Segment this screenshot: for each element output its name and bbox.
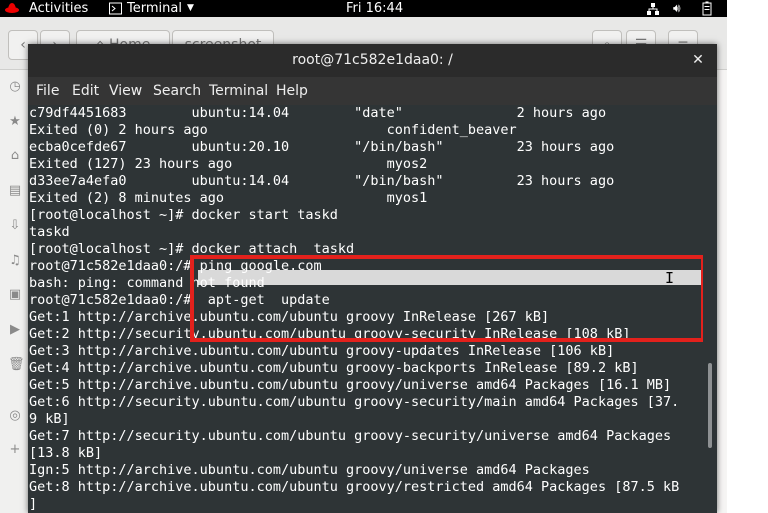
downloads-icon[interactable]: ⇩ [8,219,22,233]
music-icon[interactable]: ♫ [8,254,22,268]
app-menu-button[interactable]: Terminal [127,0,182,17]
recent-icon[interactable]: ◷ [8,80,22,94]
close-button[interactable]: ✕ [689,44,707,77]
terminal-line: Ign:5 http://archive.ubuntu.com/ubuntu g… [29,462,590,478]
menu-view[interactable]: View [109,77,142,105]
clock[interactable]: Fri 16:44 [346,0,403,17]
close-icon: ✕ [692,52,704,68]
annotation-box [190,255,703,342]
terminal-window: root@71c582e1daa0: / ✕ File Edit View Se… [28,44,717,513]
trash-icon[interactable]: 🗑︎ [8,358,25,372]
chevron-down-icon[interactable]: ▼ [187,0,194,17]
add-location-icon[interactable]: + [8,443,22,457]
menu-edit[interactable]: Edit [72,77,99,105]
menu-terminal[interactable]: Terminal [209,77,268,105]
terminal-line: Get:4 http://archive.ubuntu.com/ubuntu g… [29,360,639,376]
volume-icon[interactable]: 🔊︎ [673,0,681,17]
network-icon[interactable] [646,0,660,17]
terminal-line: Get:7 http://security.ubuntu.com/ubuntu … [29,428,672,444]
menu-search[interactable]: Search [153,77,201,105]
documents-icon[interactable]: ▤ [8,184,22,198]
file-manager-sidebar: ◷ ★ ⌂ ▤ ⇩ ♫ ▣ ▶ 🗑︎ ◎ + [0,70,29,513]
terminal-menubar: File Edit View Search Terminal Help [28,77,717,105]
terminal-line: [13.8 kB] [29,445,103,461]
terminal-line: Get:3 http://archive.ubuntu.com/ubuntu g… [29,343,615,359]
terminal-line: Get:6 http://security.ubuntu.com/ubuntu … [29,394,680,410]
terminal-titlebar[interactable]: root@71c582e1daa0: / ✕ [28,44,717,77]
terminal-line: taskd [29,224,70,240]
terminal-line: ] [29,496,38,512]
terminal-line: Exited (127) 23 hours ago myos2 [29,156,428,172]
terminal-line: Exited (2) 8 minutes ago myos1 [29,190,428,206]
home-folder-icon[interactable]: ⌂ [8,149,22,163]
window-title: root@71c582e1daa0: / [292,52,453,68]
terminal-line: Get:5 http://archive.ubuntu.com/ubuntu g… [29,377,672,393]
terminal-output[interactable]: c79df4451683 ubuntu:14.04 "date" 2 hours… [28,105,703,513]
terminal-line: [root@localhost ~]# docker start taskd [29,207,338,223]
redhat-logo-icon[interactable] [4,0,20,17]
starred-icon[interactable]: ★ [8,115,22,129]
scrollbar-thumb[interactable] [708,363,712,448]
terminal-line: d33ee7a4efa0 ubuntu:14.04 "/bin/bash" 23… [29,173,615,189]
desktop-edge [727,0,768,513]
activities-button[interactable]: Activities [29,0,88,17]
top-bar: Activities Terminal ▼ Fri 16:44 🔊︎ [0,0,727,17]
other-locations-icon[interactable]: ◎ [8,409,22,423]
terminal-app-icon[interactable] [109,0,123,17]
videos-icon[interactable]: ▶ [8,323,22,337]
text-cursor-icon: I [665,269,675,287]
terminal-line: 9 kB] [29,411,70,427]
terminal-line: Exited (0) 2 hours ago confident_beaver [29,122,517,138]
terminal-line: ecba0cefde67 ubuntu:20.10 "/bin/bash" 23… [29,139,615,155]
terminal-scrollbar[interactable] [703,105,717,513]
pictures-icon[interactable]: ▣ [8,288,22,302]
menu-file[interactable]: File [36,77,59,105]
menu-help[interactable]: Help [276,77,308,105]
battery-icon[interactable] [702,0,712,17]
terminal-line: c79df4451683 ubuntu:14.04 "date" 2 hours… [29,105,607,121]
terminal-line: Get:8 http://archive.ubuntu.com/ubuntu g… [29,479,680,495]
